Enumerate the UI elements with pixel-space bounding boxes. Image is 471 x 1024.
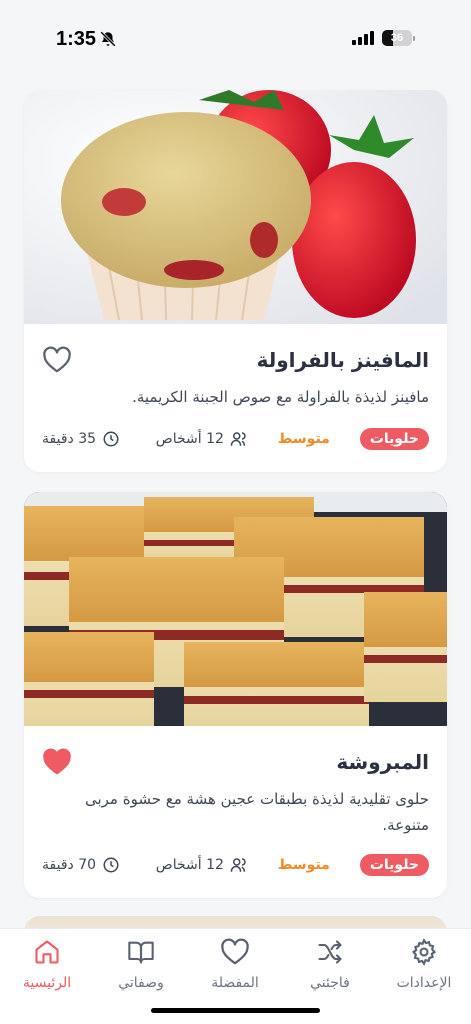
tab-surprise-label: فاجئني (310, 975, 350, 991)
tab-home-label: الرئيسية (22, 975, 72, 991)
heart-outline-icon[interactable] (42, 346, 72, 374)
tab-my-recipes[interactable]: وصفاتي (94, 937, 188, 991)
time-info: 35 دقيقة (42, 430, 120, 448)
tab-favorites[interactable]: المفضلة (188, 937, 282, 991)
home-indicator (151, 1008, 320, 1013)
tab-favorites-label: المفضلة (211, 975, 259, 991)
tab-settings[interactable]: الإعدادات (377, 937, 471, 991)
servings-info: 12 أشخاص (156, 430, 248, 448)
book-icon (128, 941, 154, 964)
status-bar: 1:35 36 (0, 0, 471, 78)
signal-icon (352, 31, 374, 45)
category-badge: حلويات (359, 854, 429, 876)
recipe-description: مافينز لذيذة بالفراولة مع صوص الجبنة الك… (132, 388, 429, 406)
heart-icon (221, 938, 249, 965)
gear-icon (411, 938, 437, 966)
tab-settings-label: الإعدادات (396, 975, 452, 991)
servings-text: 12 أشخاص (155, 857, 224, 873)
tab-my-recipes-label: وصفاتي (118, 975, 164, 991)
recipe-title: المبروشة (336, 750, 429, 774)
servings-info: 12 أشخاص (156, 856, 248, 874)
time-text: 70 دقيقة (42, 857, 97, 873)
battery-level: 36 (390, 32, 404, 44)
category-badge: حلويات (359, 428, 429, 450)
tab-home[interactable]: الرئيسية (0, 937, 94, 991)
difficulty-label: متوسط (277, 431, 330, 447)
clock-icon (103, 857, 119, 873)
recipe-card[interactable]: المافينز بالفراولة مافينز لذيذة بالفراول… (24, 90, 447, 472)
tab-surprise[interactable]: فاجئني (283, 937, 377, 991)
time-info: 70 دقيقة (42, 856, 120, 874)
clock-icon (103, 431, 119, 447)
servings-text: 12 أشخاص (155, 431, 224, 447)
recipe-title: المافينز بالفراولة (256, 348, 429, 372)
users-icon (230, 432, 246, 446)
status-time: 1:35 (56, 28, 97, 50)
difficulty-label: متوسط (277, 857, 330, 873)
battery-icon: 36 (382, 30, 412, 46)
home-icon (35, 940, 59, 964)
users-icon (230, 858, 246, 872)
time-text: 35 دقيقة (42, 431, 97, 447)
shuffle-icon (318, 940, 342, 964)
heart-filled-icon[interactable] (42, 748, 72, 776)
recipe-description: حلوى تقليدية لذيذة بطبقات عجين هشة مع حش… (84, 790, 429, 834)
bell-muted-icon (100, 31, 116, 47)
strawberry-muffin-photo (24, 90, 447, 324)
mbesses-cake-photo (24, 492, 447, 726)
recipe-card[interactable]: المبروشة حلوى تقليدية لذيذة بطبقات عجين … (24, 492, 447, 898)
